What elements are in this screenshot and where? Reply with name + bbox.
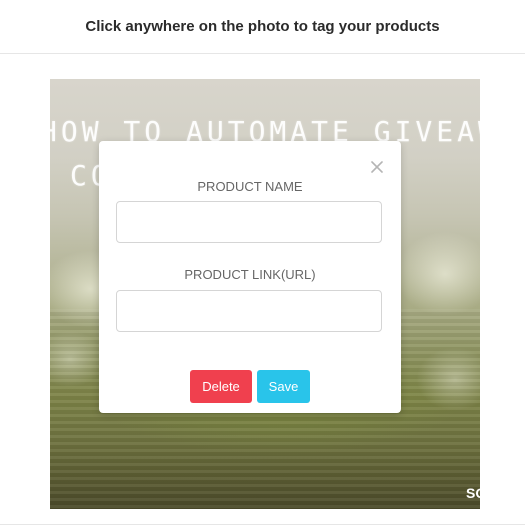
- close-icon[interactable]: [369, 159, 385, 175]
- page-header: Click anywhere on the photo to tag your …: [0, 0, 525, 54]
- product-link-label: PRODUCT LINK(URL): [184, 267, 316, 282]
- product-tag-modal: PRODUCT NAME PRODUCT LINK(URL) Delete Sa…: [99, 141, 401, 413]
- photo-corner-text: SO: [466, 485, 480, 501]
- product-name-input[interactable]: [116, 201, 382, 243]
- product-name-label: PRODUCT NAME: [197, 179, 303, 194]
- delete-button[interactable]: Delete: [190, 370, 252, 403]
- page-title: Click anywhere on the photo to tag your …: [85, 18, 440, 35]
- bottom-divider: [0, 524, 525, 525]
- product-link-input[interactable]: [116, 290, 382, 332]
- save-button[interactable]: Save: [257, 370, 310, 403]
